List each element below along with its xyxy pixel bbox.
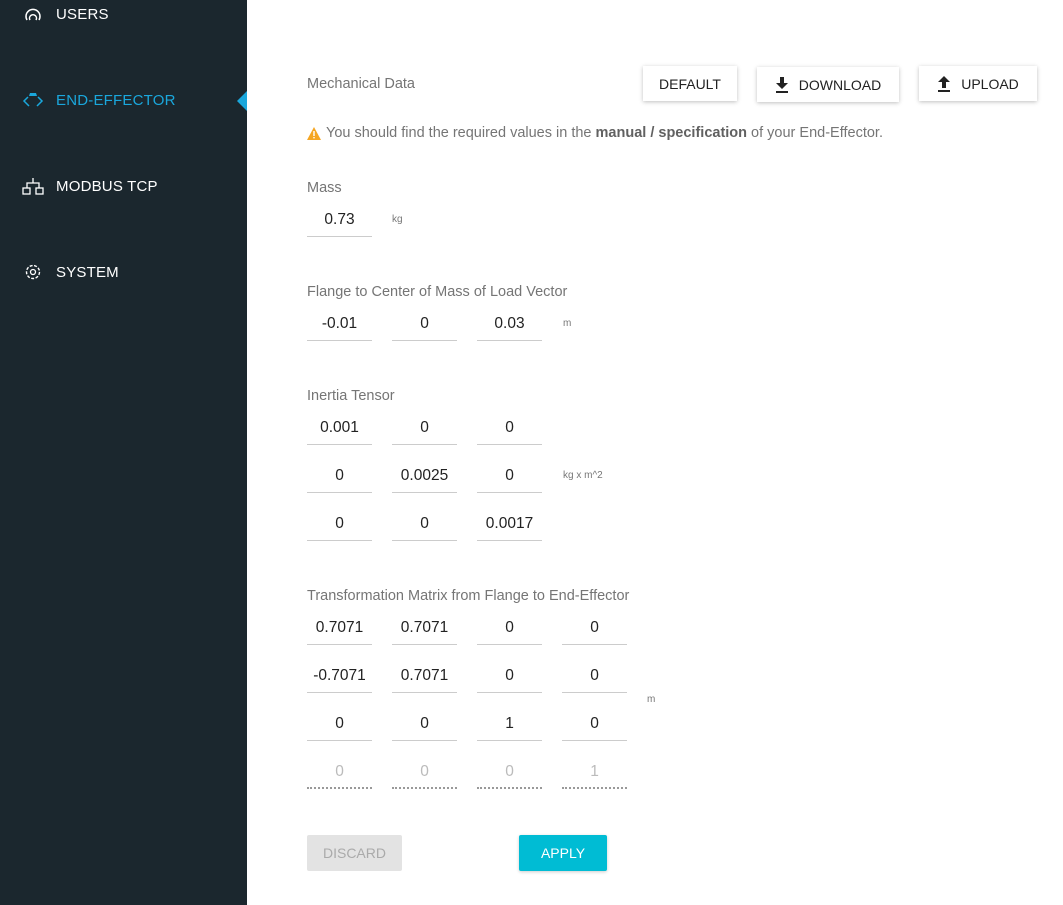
transform-readonly-cell: 0 — [477, 755, 542, 789]
warning-text-end: of your End-Effector. — [747, 125, 883, 141]
load-vector-unit: m — [563, 318, 572, 329]
warning-text: You should find the required values in t… — [326, 125, 596, 141]
sidebar: USERS END-EFFECTOR MODBUS TCP SYSTEM — [0, 0, 247, 905]
sidebar-item-modbus-tcp[interactable]: MODBUS TCP — [22, 176, 158, 196]
inertia-input[interactable]: 0 — [392, 411, 457, 445]
download-icon — [775, 76, 788, 93]
warning-bold-text: manual / specification — [595, 125, 748, 141]
inertia-input[interactable]: 0 — [307, 507, 372, 541]
inertia-input[interactable]: 0 — [477, 411, 542, 445]
mass-unit: kg — [392, 214, 403, 225]
upload-button[interactable]: UPLOAD — [919, 66, 1037, 101]
download-label: DOWNLOAD — [798, 76, 882, 93]
warning-message: You should find the required values in t… — [307, 125, 883, 141]
transform-unit: m — [647, 694, 656, 705]
active-indicator — [237, 91, 247, 111]
load-vector-z-input[interactable]: 0.03 — [477, 307, 542, 341]
sidebar-item-system[interactable]: SYSTEM — [22, 262, 119, 282]
inertia-input[interactable]: 0.0025 — [392, 459, 457, 493]
transform-readonly-cell: 0 — [392, 755, 457, 789]
sidebar-item-end-effector[interactable]: END-EFFECTOR — [22, 90, 176, 110]
apply-button[interactable]: APPLY — [519, 835, 607, 871]
transform-readonly-cell: 1 — [562, 755, 627, 789]
load-vector-y-input[interactable]: 0 — [392, 307, 457, 341]
gear-icon — [25, 264, 41, 280]
inertia-unit: kg x m^2 — [563, 470, 603, 481]
transform-input[interactable]: 0 — [562, 707, 627, 741]
upload-icon — [938, 75, 951, 92]
discard-button[interactable]: DISCARD — [307, 835, 402, 871]
page-title: Mechanical Data — [307, 76, 415, 92]
sidebar-item-label: SYSTEM — [56, 263, 119, 281]
inertia-label: Inertia Tensor — [307, 388, 395, 404]
inertia-input[interactable]: 0.001 — [307, 411, 372, 445]
main-content: Mechanical Data DEFAULT DOWNLOAD UPLOAD … — [247, 0, 1063, 905]
download-button[interactable]: DOWNLOAD — [757, 67, 899, 102]
transform-input[interactable]: 0 — [477, 659, 542, 693]
inertia-input[interactable]: 0 — [477, 459, 542, 493]
transform-input[interactable]: -0.7071 — [307, 659, 372, 693]
transform-input[interactable]: 0 — [562, 659, 627, 693]
transform-input[interactable]: 0.7071 — [392, 659, 457, 693]
users-icon — [25, 8, 41, 21]
mass-label: Mass — [307, 180, 342, 196]
transform-label: Transformation Matrix from Flange to End… — [307, 588, 630, 604]
inertia-input[interactable]: 0.0017 — [477, 507, 542, 541]
load-vector-x-input[interactable]: -0.01 — [307, 307, 372, 341]
transform-input[interactable]: 0 — [477, 611, 542, 645]
transform-input[interactable]: 0.7071 — [392, 611, 457, 645]
gripper-icon — [22, 93, 44, 107]
default-button[interactable]: DEFAULT — [643, 66, 737, 101]
transform-input[interactable]: 0 — [562, 611, 627, 645]
inertia-input[interactable]: 0 — [392, 507, 457, 541]
mass-input[interactable]: 0.73 — [307, 203, 372, 237]
sidebar-item-label: END-EFFECTOR — [56, 91, 176, 109]
transform-input[interactable]: 0.7071 — [307, 611, 372, 645]
upload-label: UPLOAD — [961, 75, 1019, 92]
transform-input[interactable]: 1 — [477, 707, 542, 741]
warning-icon — [307, 126, 321, 140]
inertia-input[interactable]: 0 — [307, 459, 372, 493]
network-icon — [22, 178, 44, 195]
sidebar-item-users[interactable]: USERS — [22, 4, 109, 24]
transform-input[interactable]: 0 — [307, 707, 372, 741]
default-label: DEFAULT — [659, 75, 721, 92]
sidebar-item-label: USERS — [56, 5, 109, 23]
load-vector-label: Flange to Center of Mass of Load Vector — [307, 284, 568, 300]
transform-readonly-cell: 0 — [307, 755, 372, 789]
sidebar-item-label: MODBUS TCP — [56, 177, 158, 195]
transform-input[interactable]: 0 — [392, 707, 457, 741]
